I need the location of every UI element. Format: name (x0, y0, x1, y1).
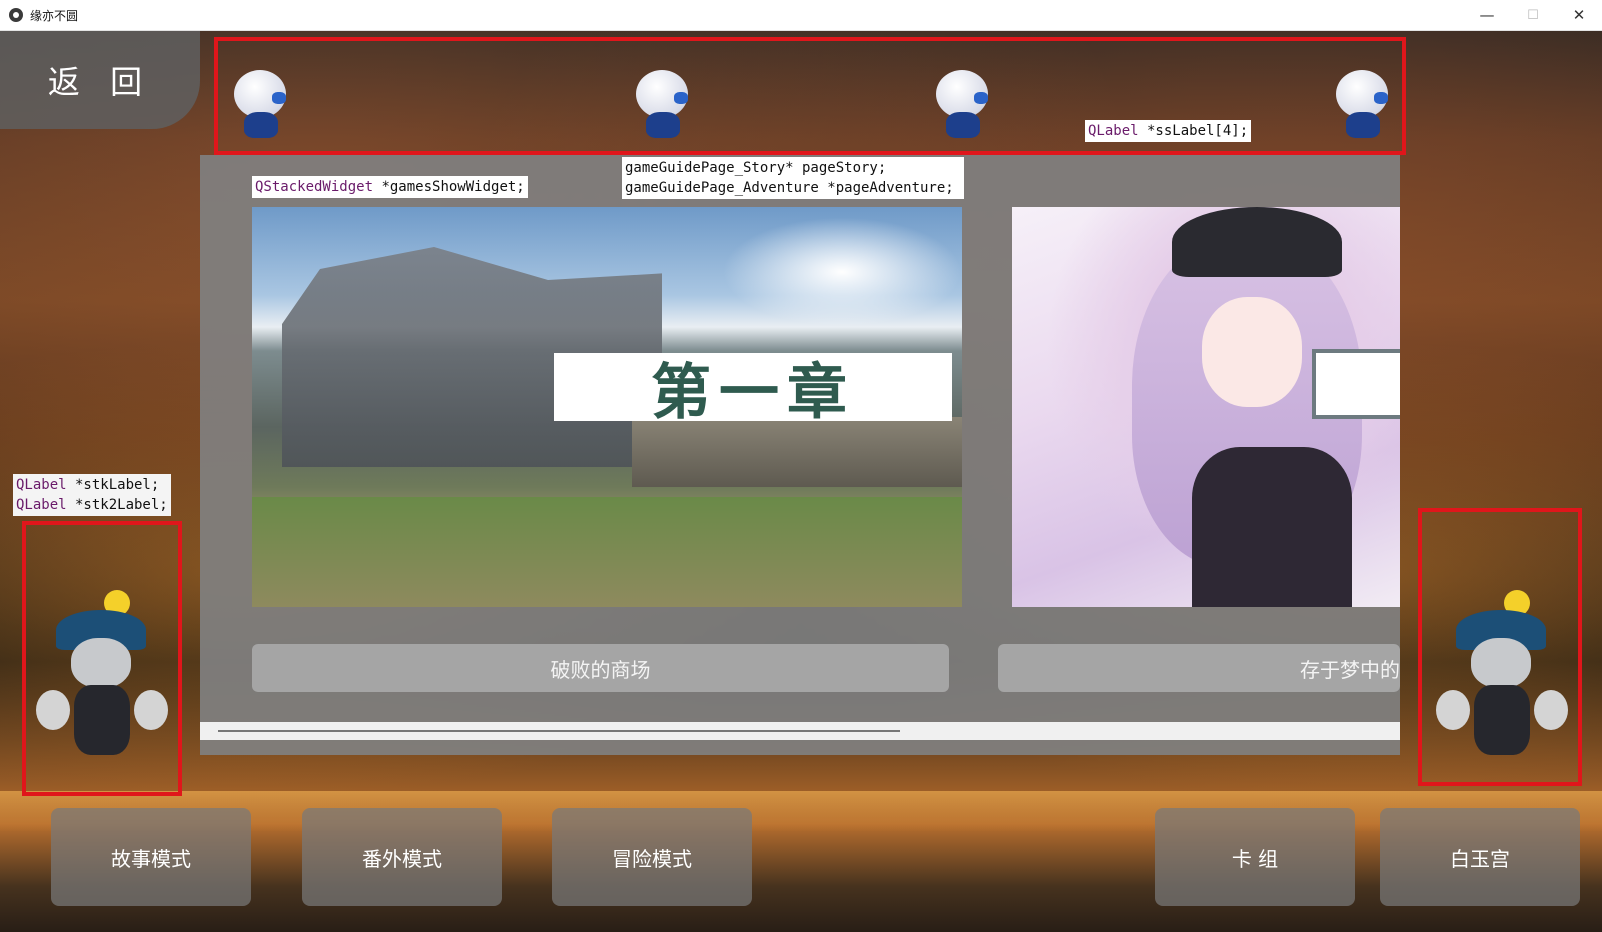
witch-character-right (1436, 590, 1568, 770)
back-button[interactable]: 返 回 (0, 31, 200, 129)
adventure-mode-button[interactable]: 冒险模式 (552, 808, 752, 906)
games-show-widget-annotation: QStackedWidget *gamesShowWidget; (252, 176, 528, 198)
adventure-card-image[interactable] (1012, 207, 1400, 607)
chibi-sprite (228, 70, 292, 144)
witch-character-left (36, 590, 168, 770)
chibi-sprite (630, 70, 694, 144)
jade-palace-button[interactable]: 白玉宫 (1380, 808, 1580, 906)
stage-button-ruined-mall[interactable]: 破败的商场 (252, 644, 949, 692)
minimize-button[interactable]: — (1464, 0, 1510, 30)
app-icon (9, 8, 23, 22)
ss-label-annotation: QLabel *ssLabel[4]; (1085, 120, 1252, 142)
stage-button-dream[interactable]: 存于梦中的 (998, 644, 1400, 692)
adventure-banner (1312, 349, 1400, 419)
title-bar: 缘亦不圆 — ☐ ✕ (0, 0, 1602, 31)
window-controls: — ☐ ✕ (1464, 0, 1602, 30)
horizontal-scrollbar[interactable] (200, 722, 1400, 740)
chapter-banner: 第一章 (554, 353, 952, 428)
story-card-image[interactable]: 第一章 (252, 207, 962, 607)
games-show-widget: 第一章 破败的商场 存于梦中的 (200, 155, 1400, 755)
card-deck-button[interactable]: 卡 组 (1155, 808, 1355, 906)
chibi-sprite (1330, 70, 1394, 144)
window-title: 缘亦不圆 (30, 8, 79, 23)
page-story-annotation: gameGuidePage_Story* pageStory; gameGuid… (622, 157, 964, 199)
close-button[interactable]: ✕ (1556, 0, 1602, 30)
stk-label-annotation: QLabel *stkLabel; QLabel *stk2Label; (13, 474, 171, 516)
maximize-button[interactable]: ☐ (1510, 0, 1556, 30)
scrollbar-thumb[interactable] (218, 730, 900, 732)
extra-mode-button[interactable]: 番外模式 (302, 808, 502, 906)
chibi-sprite (930, 70, 994, 144)
story-mode-button[interactable]: 故事模式 (51, 808, 251, 906)
